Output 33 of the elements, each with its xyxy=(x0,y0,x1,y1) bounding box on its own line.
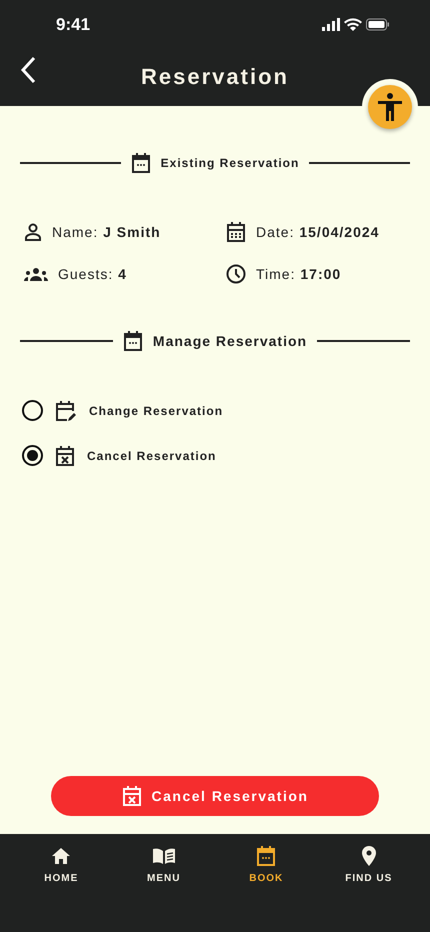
option-label[interactable]: Cancel Reservation xyxy=(87,448,216,462)
group-icon xyxy=(24,267,48,281)
calendar-icon xyxy=(130,152,151,174)
accessibility-icon xyxy=(378,93,402,121)
accessibility-button[interactable] xyxy=(368,85,412,129)
page-title: Reservation xyxy=(141,64,289,91)
detail-text: Name: J Smith xyxy=(52,224,161,240)
option-label[interactable]: Change Reservation xyxy=(89,404,224,418)
home-icon xyxy=(52,848,70,864)
calendar-icon xyxy=(122,330,143,352)
section-title: Manage Reservation xyxy=(152,333,308,349)
clock-icon xyxy=(226,264,246,284)
cancel-reservation-button[interactable]: Cancel Reservation xyxy=(51,776,379,816)
location-pin-icon xyxy=(362,846,376,866)
nav-tab[interactable]: FIND US xyxy=(318,846,420,884)
detail-text: Date: 15/04/2024 xyxy=(256,224,380,240)
calendar-edit-icon xyxy=(55,400,77,422)
status-icons-drawing xyxy=(322,18,390,32)
calendar-icon xyxy=(226,221,246,243)
detail-text: Time: 17:00 xyxy=(256,266,342,282)
calendar-cancel-icon xyxy=(122,785,142,807)
radio-button[interactable] xyxy=(22,400,43,421)
calendar-icon xyxy=(256,845,276,867)
radio-button[interactable] xyxy=(22,445,43,466)
section-title: Existing Reservation xyxy=(160,156,300,170)
status-time: 9:41 xyxy=(56,15,90,35)
nav-tab[interactable]: BOOK xyxy=(215,846,318,884)
book-icon xyxy=(152,848,175,864)
detail-text: Guests: 4 xyxy=(58,266,127,282)
person-icon xyxy=(24,223,42,241)
nav-tab[interactable]: MENU xyxy=(112,846,215,884)
calendar-cancel-icon xyxy=(55,444,75,466)
nav-tab[interactable]: HOME xyxy=(10,846,112,884)
